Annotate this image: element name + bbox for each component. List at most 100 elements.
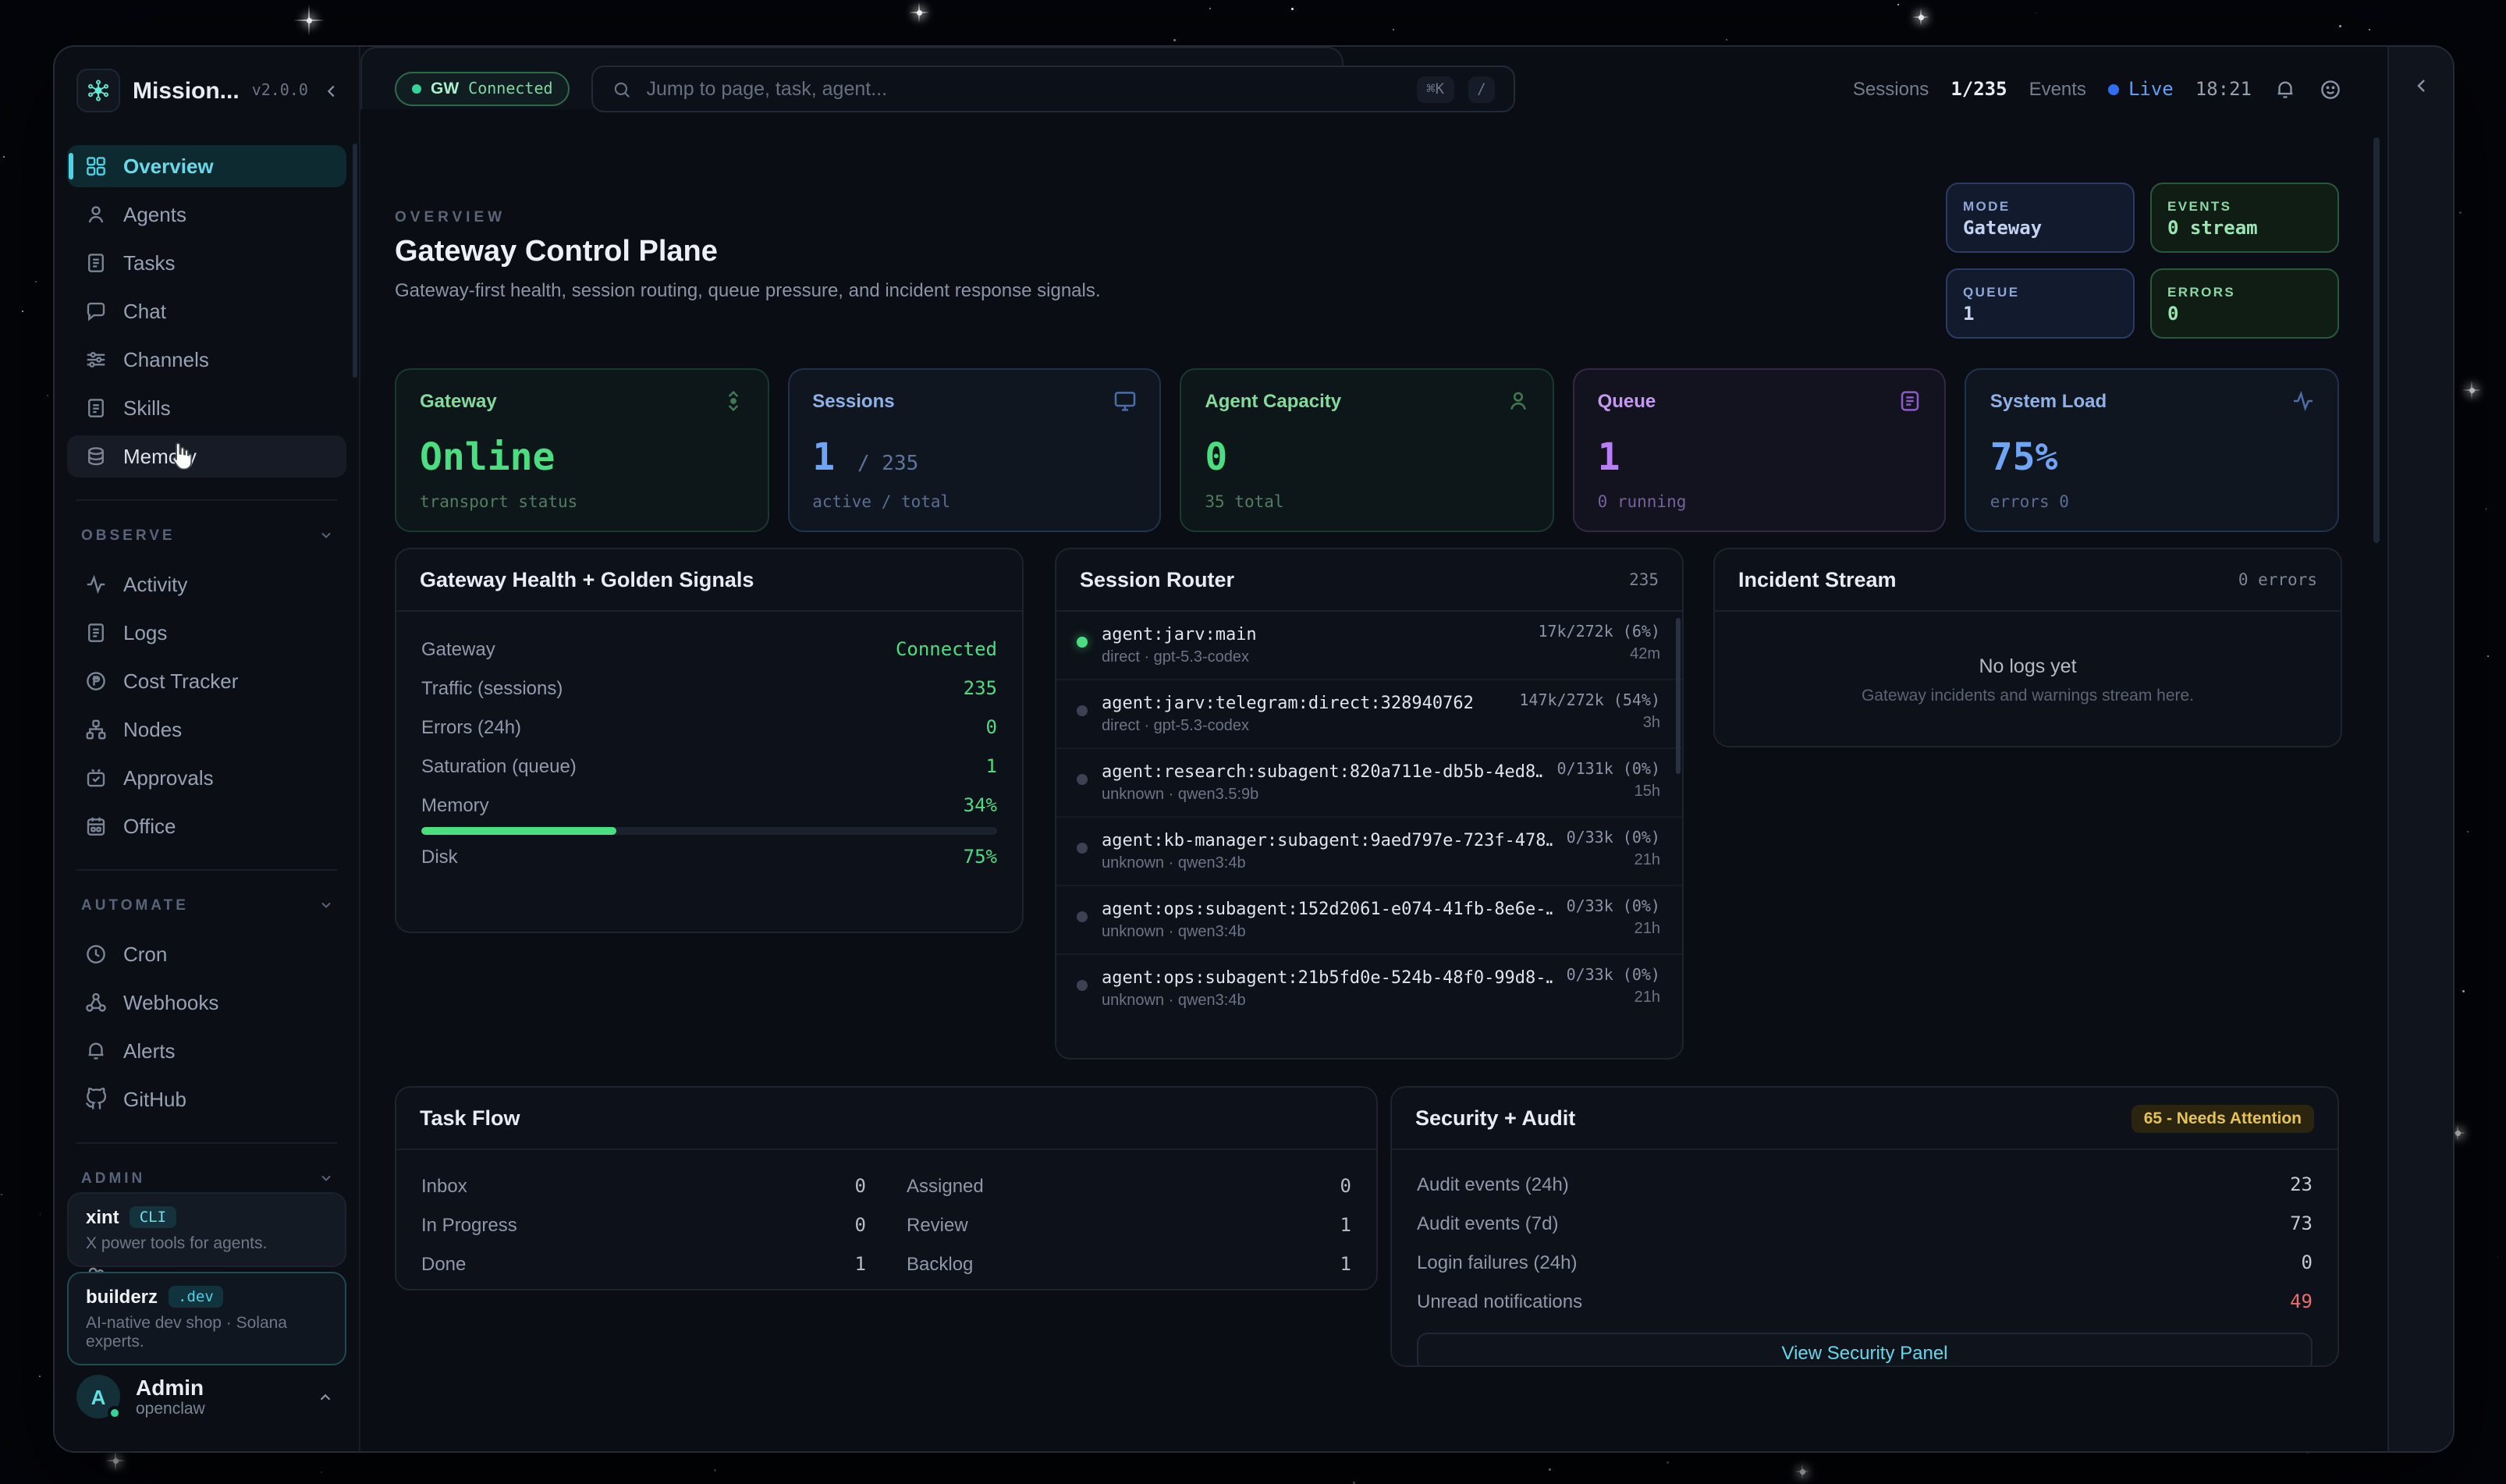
sidebar-scrollbar[interactable] (353, 144, 357, 378)
session-meta: direct · gpt-5.3-codex (1102, 718, 1505, 735)
minicard-events: EVENTS 0 stream (2150, 183, 2339, 253)
sidebar-section-observe[interactable]: OBSERVE (55, 521, 359, 549)
global-search[interactable]: ⌘K / (592, 66, 1516, 112)
sidebar-section-automate[interactable]: AUTOMATE (55, 891, 359, 919)
stat-value: 75% (1990, 435, 2058, 479)
task-row: In Progress 0 (421, 1205, 866, 1244)
notifications-bell-button[interactable] (2274, 77, 2297, 101)
sidebar-collapse-button[interactable] (323, 82, 340, 99)
task-row: Inbox 0 (421, 1166, 866, 1205)
feedback-smiley-button[interactable] (2319, 77, 2342, 101)
sidebar-item-activity[interactable]: Activity (67, 563, 346, 605)
minicard-label: ERRORS (2167, 283, 2322, 299)
router-row[interactable]: agent:ops:subagent:152d2061-e074-41fb-8e… (1056, 886, 1682, 955)
sidebar-item-tasks[interactable]: Tasks (67, 242, 346, 284)
minicard-value: Gateway (1963, 216, 2117, 238)
panel-title: Gateway Health + Golden Signals (420, 568, 754, 591)
person-icon (84, 203, 108, 226)
promo-card-xint[interactable]: xint CLI X power tools for agents. (67, 1192, 346, 1267)
session-meta: unknown · qwen3:4b (1102, 924, 1553, 941)
sidebar-item-channels[interactable]: Channels (67, 339, 346, 381)
stat-card-agent-capacity[interactable]: Agent Capacity 0 35 total (1180, 368, 1553, 532)
user-menu[interactable]: A Admin openclaw (55, 1351, 359, 1451)
sidebar-item-logs[interactable]: Logs (67, 612, 346, 654)
gateway-connected-badge[interactable]: GW Connected (395, 72, 570, 106)
sidebar-item-alerts[interactable]: Alerts (67, 1030, 346, 1072)
sidebar-section-admin[interactable]: ADMIN (55, 1164, 359, 1192)
live-label: Live (2128, 78, 2174, 100)
sidebar-item-webhooks[interactable]: Webhooks (67, 982, 346, 1024)
section-title: AUTOMATE (81, 896, 189, 914)
sidebar-item-nodes[interactable]: Nodes (67, 708, 346, 751)
router-row[interactable]: agent:jarv:main direct · gpt-5.3-codex 1… (1056, 612, 1682, 680)
task-count: 1 (855, 1252, 866, 1274)
task-label: Done (421, 1252, 466, 1274)
minicard-mode: MODE Gateway (1946, 183, 2135, 253)
security-row: Login failures (24h) 0 (1392, 1242, 2337, 1281)
clock-icon (84, 943, 108, 966)
empty-title: No logs yet (1979, 655, 2076, 676)
session-status-dot (1077, 705, 1088, 716)
session-router-panel: Session Router 235 agent:jarv:main direc… (1055, 548, 1684, 1060)
sliders-icon (84, 348, 108, 371)
topbar: GW Connected ⌘K / Sessions 1/235 Events … (360, 47, 2391, 131)
security-label: Audit events (24h) (1417, 1173, 1569, 1195)
task-label: Inbox (421, 1174, 467, 1196)
sidebar-item-label: Chat (123, 300, 166, 323)
sidebar-item-memory[interactable]: Memory (67, 435, 346, 478)
health-value: 235 (964, 676, 997, 698)
gw-status: Connected (468, 80, 552, 98)
stat-card-gateway[interactable]: Gateway Online transport status (395, 368, 768, 532)
header-minicards: MODE Gateway EVENTS 0 stream QUEUE 1 ERR… (1946, 183, 2339, 339)
router-row[interactable]: agent:kb-manager:subagent:9aed797e-723f-… (1056, 818, 1682, 886)
sidebar-item-agents[interactable]: Agents (67, 193, 346, 236)
router-row[interactable]: agent:jarv:telegram:direct:328940762 dir… (1056, 680, 1682, 749)
sidebar-item-chat[interactable]: Chat (67, 290, 346, 332)
stat-card-queue[interactable]: Queue 1 0 running (1573, 368, 1947, 532)
sidebar-header: Mission... v2.0.0 (55, 47, 359, 134)
health-row: Traffic (sessions) 235 (396, 668, 1022, 707)
stat-sub: 35 total (1205, 493, 1283, 512)
bell-icon (2274, 77, 2297, 101)
session-meta: unknown · qwen3.5:9b (1102, 786, 1543, 804)
search-input[interactable] (647, 78, 1404, 100)
panel-title: Task Flow (420, 1106, 520, 1130)
sidebar-item-skills[interactable]: Skills (67, 387, 346, 429)
sidebar-item-label: Cost Tracker (123, 669, 238, 693)
document-icon (84, 251, 108, 275)
rail-collapse-button[interactable] (2412, 75, 2430, 1451)
security-rows: Audit events (24h) 23 Audit events (7d) … (1392, 1150, 2337, 1320)
sidebar-item-overview[interactable]: Overview (67, 145, 346, 187)
minicard-errors: ERRORS 0 (2150, 268, 2339, 339)
sidebar-item-approvals[interactable]: Approvals (67, 757, 346, 799)
sidebar-item-label: Overview (123, 154, 214, 178)
router-row[interactable]: agent:ops:subagent:21b5fd0e-524b-48f0-99… (1056, 955, 1682, 1022)
stat-card-sessions[interactable]: Sessions 1 / 235 active / total (787, 368, 1161, 532)
session-name: agent:kb-manager:subagent:9aed797e-723f-… (1102, 830, 1553, 850)
router-row[interactable]: agent:research:subagent:820a711e-db5b-4e… (1056, 749, 1682, 818)
page-title: Gateway Control Plane (395, 236, 1101, 270)
router-scrollbar[interactable] (1676, 618, 1681, 774)
panel-header: Gateway Health + Golden Signals (396, 549, 1022, 612)
security-audit-panel: Security + Audit 65 - Needs Attention Au… (1390, 1086, 2339, 1367)
app-version: v2.0.0 (252, 82, 308, 99)
sidebar-item-github[interactable]: GitHub (67, 1078, 346, 1120)
live-indicator[interactable]: Live (2108, 78, 2174, 100)
stat-label: Agent Capacity (1205, 390, 1528, 412)
security-value: 23 (2290, 1173, 2313, 1195)
sidebar-item-office[interactable]: Office (67, 805, 346, 847)
right-rail (2387, 47, 2453, 1451)
view-security-panel-button[interactable]: View Security Panel (1417, 1333, 2313, 1367)
security-label: Audit events (7d) (1417, 1212, 1558, 1234)
stat-card-system-load[interactable]: System Load 75% errors 0 (1965, 368, 2339, 532)
stat-label: Gateway (420, 390, 744, 412)
panel-title: Incident Stream (1738, 568, 1897, 591)
activity-icon (2291, 389, 2316, 414)
sidebar-item-cron[interactable]: Cron (67, 933, 346, 975)
sidebar-item-cost-tracker[interactable]: Cost Tracker (67, 660, 346, 702)
session-meta: direct · gpt-5.3-codex (1102, 649, 1524, 666)
stat-value: 0 (1205, 435, 1227, 479)
currency-circle-icon (84, 669, 108, 693)
main-scrollbar[interactable] (2373, 137, 2380, 543)
sidebar-item-label: Agents (123, 203, 186, 226)
